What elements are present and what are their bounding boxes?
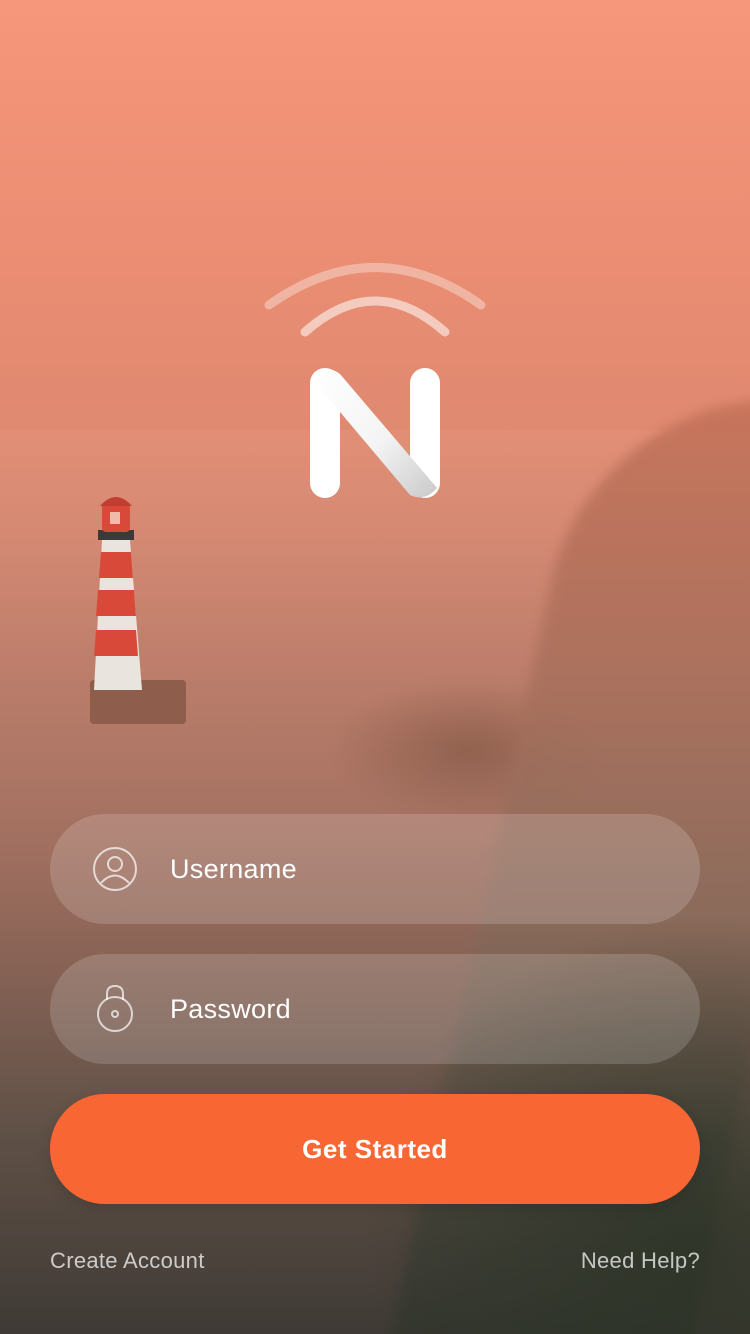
get-started-button[interactable]: Get Started <box>50 1094 700 1204</box>
username-field[interactable]: Username <box>50 814 700 924</box>
app-logo: N <box>255 250 495 510</box>
logo-n-mark <box>310 368 440 498</box>
lock-icon <box>97 984 133 1032</box>
password-field[interactable]: Password <box>50 954 700 1064</box>
create-account-link[interactable]: Create Account <box>50 1248 205 1274</box>
lighthouse-image <box>90 497 186 724</box>
user-icon <box>93 847 137 891</box>
login-screen: N Username Password Get Started Create A… <box>0 0 750 1334</box>
logo-graphic <box>264 263 486 498</box>
signal-arc-inner <box>300 296 450 337</box>
username-placeholder: Username <box>170 854 297 884</box>
need-help-link[interactable]: Need Help? <box>581 1248 700 1274</box>
password-placeholder: Password <box>170 994 291 1024</box>
